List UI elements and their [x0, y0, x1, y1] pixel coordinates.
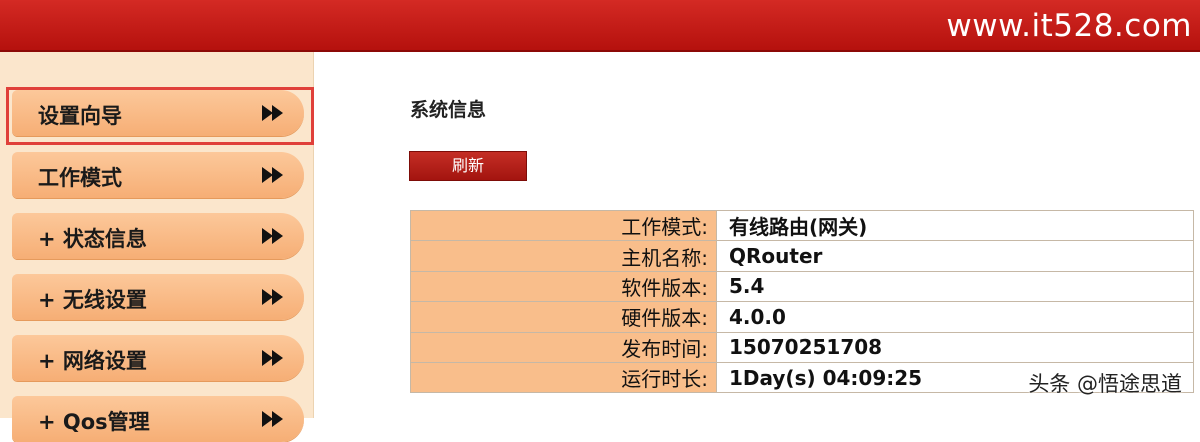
- double-arrow-icon: [262, 411, 283, 427]
- info-key-work-mode: 工作模式:: [410, 209, 717, 242]
- table-row: 软件版本: 5.4: [410, 270, 1194, 303]
- info-value-software-version: 5.4: [716, 270, 1194, 303]
- sidebar-item-network-settings[interactable]: + 网络设置: [12, 335, 304, 381]
- info-key-hostname: 主机名称:: [410, 240, 717, 272]
- double-arrow-icon: [262, 350, 283, 366]
- table-row: 工作模式: 有线路由(网关): [410, 209, 1194, 242]
- info-value-release-time: 15070251708: [716, 331, 1194, 363]
- site-url-text: www.it528.com: [946, 8, 1192, 44]
- table-row: 发布时间: 15070251708: [410, 331, 1194, 363]
- info-key-release-time: 发布时间:: [410, 331, 717, 363]
- info-value-hardware-version: 4.0.0: [716, 301, 1194, 333]
- system-info-table: 工作模式: 有线路由(网关) 主机名称: QRouter 软件版本: 5.4 硬…: [410, 209, 1194, 394]
- sidebar-item-label: + 网络设置: [38, 349, 147, 373]
- sidebar-item-work-mode[interactable]: 工作模式: [12, 152, 304, 198]
- selected-item-highlight: [6, 87, 314, 145]
- refresh-button[interactable]: 刷新: [409, 151, 527, 181]
- page-title: 系统信息: [410, 99, 487, 121]
- sidebar-item-wireless-settings[interactable]: + 无线设置: [12, 274, 304, 320]
- table-row: 主机名称: QRouter: [410, 240, 1194, 272]
- double-arrow-icon: [262, 167, 283, 183]
- double-arrow-icon: [262, 289, 283, 305]
- sidebar-item-label: 工作模式: [38, 166, 122, 190]
- sidebar-item-label: + Qos管理: [38, 410, 150, 434]
- double-arrow-icon: [262, 228, 283, 244]
- info-key-uptime: 运行时长:: [410, 361, 717, 394]
- info-key-software-version: 软件版本:: [410, 270, 717, 303]
- sidebar-item-label: + 状态信息: [38, 227, 147, 251]
- info-value-hostname: QRouter: [716, 240, 1194, 272]
- sidebar-item-label: + 无线设置: [38, 288, 147, 312]
- info-value-work-mode: 有线路由(网关): [716, 209, 1194, 242]
- sidebar-item-qos-management[interactable]: + Qos管理: [12, 396, 304, 442]
- table-row: 硬件版本: 4.0.0: [410, 301, 1194, 333]
- info-key-hardware-version: 硬件版本:: [410, 301, 717, 333]
- top-banner: www.it528.com: [0, 0, 1200, 52]
- watermark-text: 头条 @悟途思道: [1028, 372, 1182, 396]
- sidebar-item-status-info[interactable]: + 状态信息: [12, 213, 304, 259]
